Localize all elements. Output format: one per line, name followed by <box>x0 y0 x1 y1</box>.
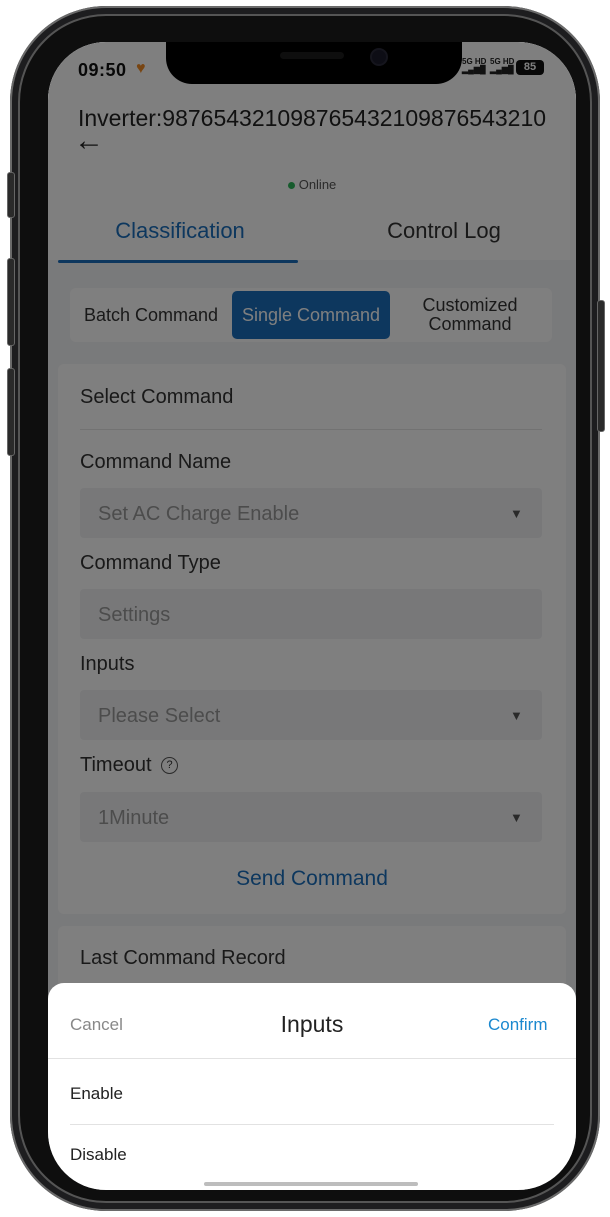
divider <box>48 1058 576 1059</box>
volume-up-button <box>7 258 15 346</box>
power-button <box>597 300 605 432</box>
screen: 09:50 ♥ 5G HD▂▄▆█ 5G HD▂▄▆█ 85 Inverter:… <box>48 42 576 1190</box>
mute-switch <box>7 172 15 218</box>
divider <box>70 1124 554 1125</box>
option-disable[interactable]: Disable <box>70 1145 127 1165</box>
home-indicator <box>204 1182 418 1186</box>
option-enable[interactable]: Enable <box>70 1084 123 1104</box>
confirm-button[interactable]: Confirm <box>488 1015 548 1035</box>
volume-down-button <box>7 368 15 456</box>
